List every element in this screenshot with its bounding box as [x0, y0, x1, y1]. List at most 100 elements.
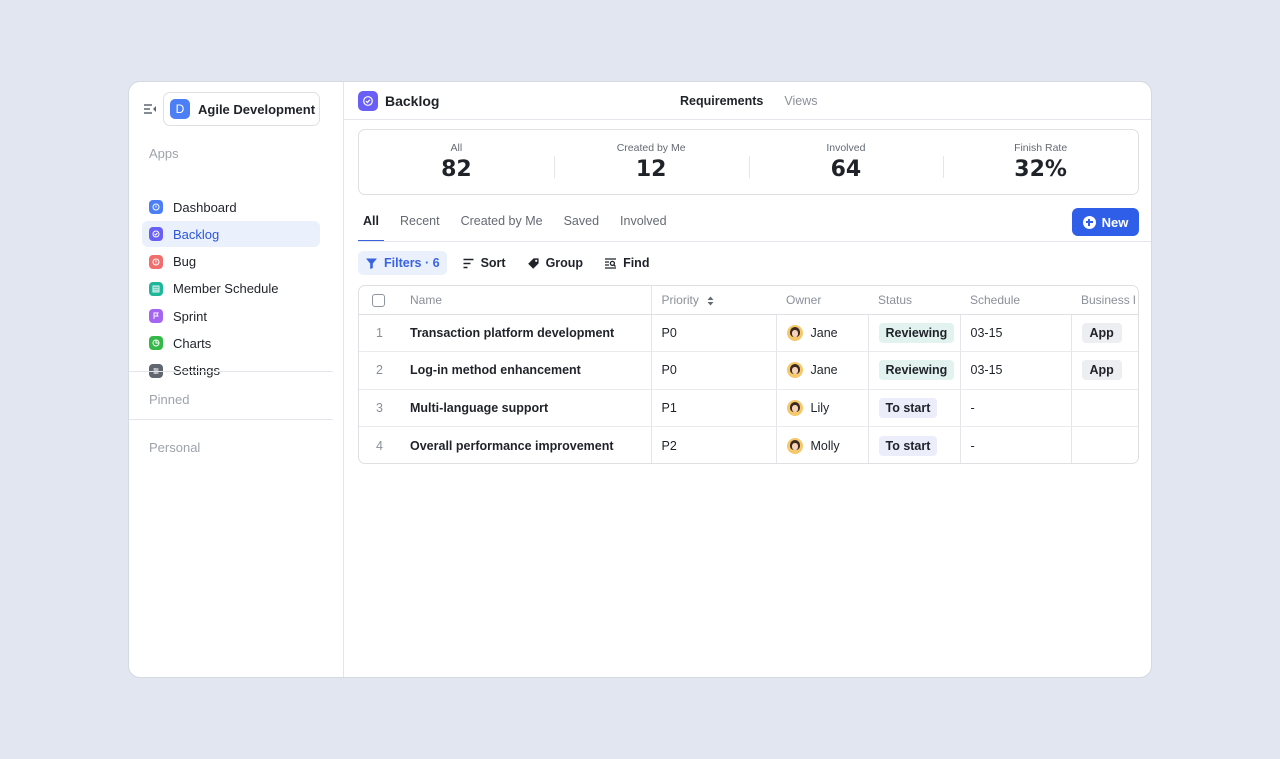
- column-header-priority[interactable]: Priority: [651, 286, 776, 315]
- column-header-status[interactable]: Status: [868, 286, 960, 315]
- sidebar-item-sprint[interactable]: Sprint: [142, 303, 320, 329]
- avatar: [786, 362, 803, 379]
- business-line-cell[interactable]: App: [1071, 351, 1138, 390]
- table-row[interactable]: 2 Log-in method enhancement P0 Jane Revi…: [359, 351, 1138, 390]
- stat-finish-rate[interactable]: Finish Rate 32%: [943, 142, 1138, 182]
- workspace-name: Agile Development: [198, 101, 316, 117]
- business-line-cell[interactable]: App: [1071, 314, 1138, 352]
- filters-button[interactable]: Filters · 6: [358, 251, 447, 275]
- sidebar: D Agile Development Apps Dashboard Backl…: [129, 82, 344, 677]
- status-cell[interactable]: To start: [868, 426, 961, 463]
- owner-name: Molly: [810, 438, 840, 453]
- sidebar-item-label: Charts: [173, 335, 212, 351]
- view-tab-saved[interactable]: Saved: [564, 202, 599, 242]
- sort-button[interactable]: Sort: [455, 251, 513, 275]
- sidebar-item-member-schedule[interactable]: Member Schedule: [142, 276, 320, 302]
- tab-views[interactable]: Views: [784, 94, 817, 108]
- table-toolbar: Filters · 6 Sort Group Find: [358, 251, 663, 275]
- sidebar-item-label: Dashboard: [173, 199, 237, 215]
- owner-name: Jane: [810, 363, 838, 378]
- filter-icon: [366, 258, 377, 269]
- status-cell[interactable]: Reviewing: [868, 351, 961, 390]
- owner-cell[interactable]: Jane: [776, 351, 869, 390]
- table-row[interactable]: 4 Overall performance improvement P2 Mol…: [359, 426, 1138, 464]
- filters-label: Filters · 6: [384, 256, 440, 270]
- apps-section-label: Apps: [149, 146, 179, 161]
- sort-arrows-icon[interactable]: [707, 296, 714, 306]
- name-cell[interactable]: Log-in method enhancement: [400, 351, 652, 390]
- tag-icon: [527, 257, 539, 269]
- stat-all[interactable]: All 82: [359, 142, 554, 182]
- new-button[interactable]: New: [1072, 208, 1139, 236]
- stat-label: Involved: [826, 142, 866, 154]
- stat-label: Created by Me: [616, 142, 686, 154]
- personal-section-label[interactable]: Personal: [149, 440, 200, 455]
- owner-cell[interactable]: Lily: [776, 389, 869, 427]
- schedule-cell[interactable]: -: [960, 389, 1072, 427]
- schedule-cell[interactable]: -: [960, 426, 1072, 463]
- sidebar-item-backlog[interactable]: Backlog: [142, 221, 320, 248]
- backlog-icon: [149, 227, 163, 242]
- stat-value: 32%: [1014, 157, 1067, 182]
- group-button[interactable]: Group: [520, 251, 591, 275]
- business-line-tag: App: [1081, 322, 1122, 343]
- schedule-icon: [149, 281, 163, 296]
- status-cell[interactable]: To start: [868, 389, 961, 427]
- find-button[interactable]: Find: [597, 251, 656, 275]
- main-content: Backlog Requirements Views All 82 Create…: [344, 82, 1151, 677]
- sprint-icon: [149, 309, 163, 324]
- stat-created-by-me[interactable]: Created by Me 12: [553, 142, 749, 182]
- table-row[interactable]: 1 Transaction platform development P0 Ja…: [359, 314, 1138, 352]
- owner-cell[interactable]: Molly: [776, 426, 869, 463]
- view-tab-recent[interactable]: Recent: [400, 202, 440, 242]
- new-button-label: New: [1101, 214, 1129, 230]
- status-badge: To start: [878, 435, 938, 456]
- select-all-checkbox[interactable]: [372, 293, 385, 307]
- priority-cell[interactable]: P0: [651, 314, 777, 352]
- plus-circle-icon: [1082, 215, 1096, 229]
- column-header-business-line[interactable]: Business l: [1071, 286, 1138, 315]
- charts-icon: [149, 336, 163, 351]
- column-header-name[interactable]: Name: [400, 286, 652, 315]
- tab-requirements[interactable]: Requirements: [680, 94, 763, 108]
- row-number: 2: [359, 351, 400, 390]
- tabs-divider: [358, 241, 1151, 242]
- business-line-cell[interactable]: [1071, 427, 1138, 464]
- row-number: 4: [376, 438, 383, 453]
- schedule-cell[interactable]: 03-15: [960, 314, 1072, 352]
- priority-cell[interactable]: P0: [651, 351, 777, 390]
- stat-label: All: [450, 142, 463, 154]
- sidebar-item-bug[interactable]: Bug: [142, 249, 320, 275]
- view-tabs: All Recent Created by Me Saved Involved: [358, 202, 688, 242]
- stat-value: 82: [441, 157, 472, 182]
- bug-icon: [149, 254, 163, 269]
- sidebar-item-label: Member Schedule: [173, 281, 279, 297]
- schedule-cell[interactable]: 03-15: [960, 351, 1072, 390]
- status-cell[interactable]: Reviewing: [868, 314, 961, 352]
- name-cell[interactable]: Transaction platform development: [400, 314, 652, 352]
- view-tab-created-by-me[interactable]: Created by Me: [461, 202, 543, 242]
- avatar: [786, 399, 803, 416]
- workspace-switcher[interactable]: D Agile Development: [163, 92, 320, 126]
- sidebar-item-label: Bug: [173, 254, 197, 270]
- sidebar-item-label: Backlog: [173, 226, 220, 242]
- stat-involved[interactable]: Involved 64: [748, 142, 944, 182]
- sidebar-item-charts[interactable]: Charts: [142, 330, 320, 356]
- header-tabs: Requirements Views: [680, 94, 817, 108]
- collapse-sidebar-icon[interactable]: [142, 101, 158, 117]
- name-cell[interactable]: Overall performance improvement: [400, 426, 652, 463]
- business-line-cell[interactable]: [1071, 389, 1138, 427]
- sidebar-item-dashboard[interactable]: Dashboard: [142, 194, 320, 220]
- row-number: 1: [359, 314, 400, 352]
- column-header-schedule[interactable]: Schedule: [960, 286, 1071, 315]
- backlog-icon: [358, 91, 378, 111]
- pinned-section-label[interactable]: Pinned: [149, 392, 189, 407]
- column-header-owner[interactable]: Owner: [776, 286, 868, 315]
- owner-cell[interactable]: Jane: [776, 314, 869, 352]
- view-tab-involved[interactable]: Involved: [620, 202, 667, 242]
- priority-cell[interactable]: P2: [651, 426, 777, 463]
- priority-cell[interactable]: P1: [651, 389, 777, 427]
- view-tab-all[interactable]: All: [358, 202, 384, 242]
- name-cell[interactable]: Multi-language support: [400, 389, 652, 427]
- table-row[interactable]: 3 Multi-language support P1 Lily To star…: [359, 389, 1138, 427]
